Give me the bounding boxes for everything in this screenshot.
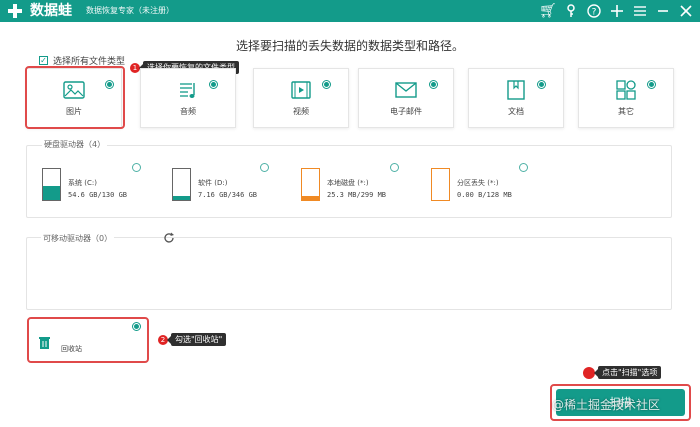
removable-drive-panel: 可移动驱动器（0）: [26, 233, 672, 310]
title-bar: 数据蛙 数据恢复专家（未注册） 🛒︎ ?: [0, 0, 700, 22]
tooltip-step-3: 点击"扫描"选项: [593, 366, 662, 379]
checkmark-icon: ✓: [39, 56, 48, 65]
app-subtitle: 数据恢复专家（未注册）: [86, 6, 174, 15]
refresh-icon[interactable]: [163, 232, 175, 244]
drive-size: 7.16 GB/346 GB: [198, 191, 258, 199]
cart-icon[interactable]: 🛒︎: [539, 2, 557, 20]
file-type-other[interactable]: 其它: [578, 68, 674, 128]
email-icon: [395, 82, 417, 98]
highlight-recycle-bin: [27, 317, 149, 363]
highlight-image-type: [25, 66, 125, 129]
drive-size: 54.6 GB/130 GB: [68, 191, 128, 199]
logo-icon: [8, 4, 22, 18]
file-type-label: 文档: [508, 107, 524, 116]
drive-name: 分区丢失 (*:): [457, 179, 499, 187]
hard-drive-title: 硬盘驱动器（4）: [42, 139, 108, 150]
drive-name: 本地磁盘 (*:): [327, 179, 369, 187]
drive-icon: [42, 168, 61, 201]
drive-icon: [172, 168, 191, 201]
file-type-email[interactable]: 电子邮件: [358, 68, 454, 128]
drive-radio[interactable]: [132, 163, 141, 172]
drive-radio[interactable]: [390, 163, 399, 172]
close-icon[interactable]: [677, 2, 695, 20]
app-window: 数据蛙 数据恢复专家（未注册） 🛒︎ ? 选择要扫描的丢失数据的数据类型和路径。…: [0, 0, 700, 427]
drive-usage-bar: [43, 186, 60, 200]
key-icon[interactable]: [562, 2, 580, 20]
file-type-document[interactable]: 文档: [468, 68, 564, 128]
file-type-label: 视频: [293, 107, 309, 116]
file-type-audio[interactable]: 音频: [140, 68, 236, 128]
file-type-radio[interactable]: [209, 80, 218, 89]
tooltip-step-2: 勾选"回收站": [166, 333, 227, 346]
page-heading: 选择要扫描的丢失数据的数据类型和路径。: [235, 39, 464, 53]
file-type-label: 电子邮件: [390, 107, 422, 116]
file-type-radio[interactable]: [322, 80, 331, 89]
drive-size: 0.00 B/128 MB: [457, 191, 512, 199]
other-icon: [616, 80, 636, 100]
drive-usage-bar: [173, 196, 190, 200]
minimize-icon[interactable]: [654, 2, 672, 20]
window-controls: 🛒︎ ?: [539, 2, 695, 20]
file-type-radio[interactable]: [537, 80, 546, 89]
drive-radio[interactable]: [519, 163, 528, 172]
drive-size: 25.3 MB/299 MB: [327, 191, 387, 199]
file-type-radio[interactable]: [647, 80, 656, 89]
help-icon[interactable]: ?: [585, 2, 603, 20]
drive-icon: [301, 168, 320, 201]
file-type-video[interactable]: 视频: [253, 68, 349, 128]
app-name: 数据蛙: [30, 3, 72, 19]
drive-name: 系统 (C:): [68, 179, 97, 187]
removable-drive-title: 可移动驱动器（0）: [41, 233, 115, 244]
document-icon: [507, 80, 525, 100]
file-type-label: 音频: [180, 107, 196, 116]
video-icon: [291, 81, 311, 99]
plus-icon[interactable]: [608, 2, 626, 20]
file-type-radio[interactable]: [429, 80, 438, 89]
menu-icon[interactable]: [631, 2, 649, 20]
drive-usage-bar: [302, 196, 319, 200]
drive-icon: [431, 168, 450, 201]
audio-icon: [180, 83, 195, 98]
svg-text:?: ?: [592, 8, 597, 18]
drive-name: 软件 (D:): [198, 179, 228, 187]
watermark: @稀土掘金技术社区: [552, 398, 661, 412]
file-type-label: 其它: [618, 107, 634, 116]
drive-radio[interactable]: [260, 163, 269, 172]
